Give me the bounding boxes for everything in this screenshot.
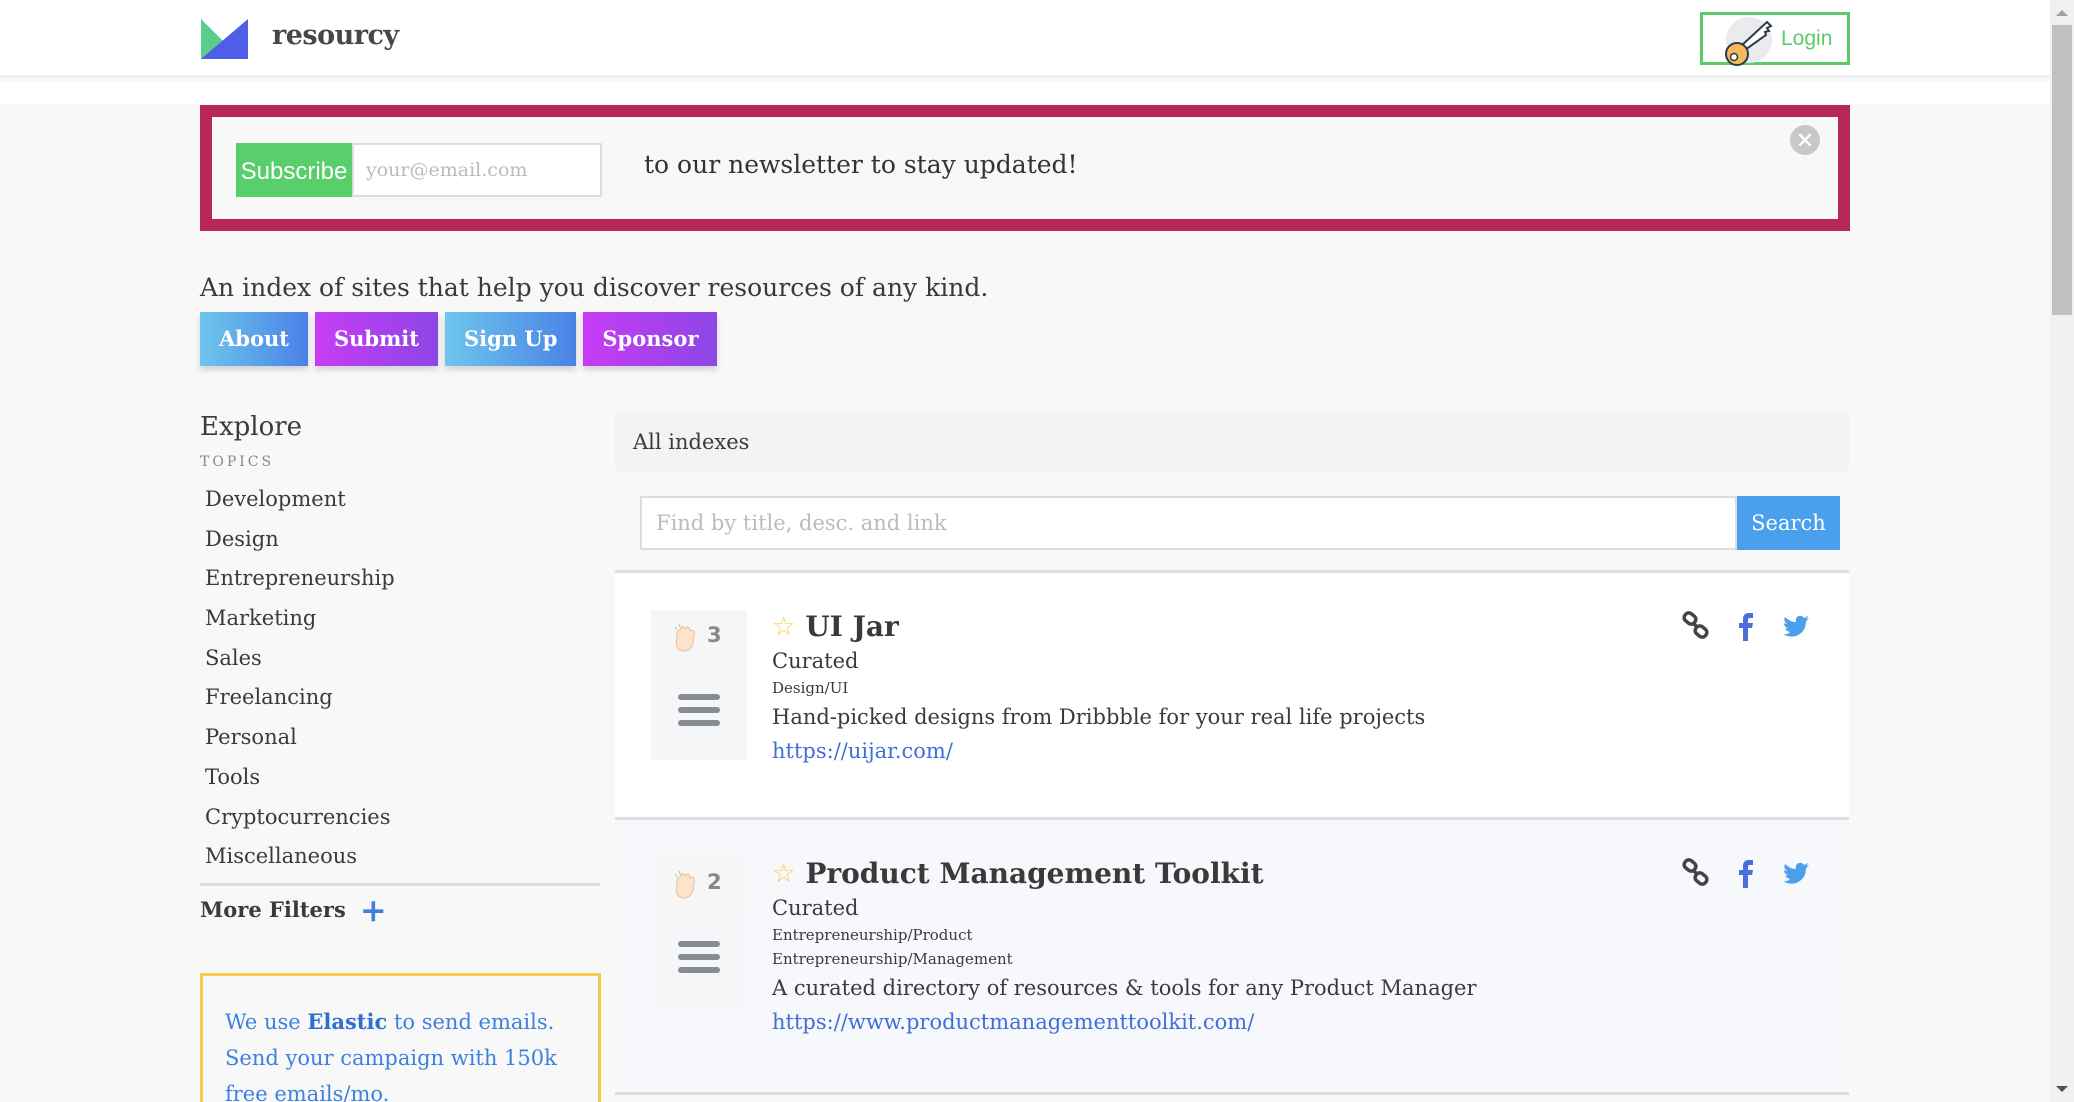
link-icon[interactable] [1681,611,1711,641]
topic-item[interactable]: Freelancing [200,678,600,718]
star-icon[interactable]: ☆ [772,612,795,642]
page-scrollbar[interactable] [2050,0,2074,1102]
main-panel: All indexes Search 3 ☆ UI Jar C [615,413,1849,1102]
newsletter-banner: Subscribe to our newsletter to stay upda… [200,105,1850,231]
sponsor-prefix: We use [225,1010,308,1034]
close-icon[interactable]: × [1790,125,1820,155]
topic-item[interactable]: Development [200,480,600,520]
share-icons [1681,611,1811,641]
card-description: Hand-picked designs from Dribbble for yo… [772,705,1426,729]
clap-icon [674,623,695,652]
explore-heading: Explore [200,412,303,442]
vote-count: 3 [707,623,722,647]
more-filters-label: More Filters [200,897,346,923]
card-url-link[interactable]: https://uijar.com/ [772,739,1425,763]
sponsor-brand-link[interactable]: Elastic [307,1009,387,1034]
card-title[interactable]: Product Management Toolkit [805,857,1263,890]
nav-buttons: About Submit Sign Up Sponsor [200,312,718,366]
topics-label: TOPICS [200,454,275,470]
sign-up-button[interactable]: Sign Up [444,312,577,366]
star-icon[interactable]: ☆ [772,859,795,889]
title-row: ☆ UI Jar [772,610,1425,643]
tagline: An index of sites that help you discover… [200,273,989,302]
topic-item[interactable]: Miscellaneous [200,837,600,877]
twitter-icon[interactable] [1781,611,1811,641]
topic-item[interactable]: Personal [200,718,600,758]
sidebar: Explore TOPICS Development Design Entrep… [200,412,601,1102]
topic-item[interactable]: Cryptocurrencies [200,798,600,838]
subscribe-button[interactable]: Subscribe [236,143,352,197]
facebook-icon[interactable] [1731,858,1761,888]
resourcy-logo-icon[interactable] [201,19,248,59]
card-category[interactable]: Entrepreneurship/Management [772,950,1477,968]
sidebar-divider [200,882,600,886]
login-label: Login [1781,27,1833,50]
plus-icon[interactable]: + [360,894,387,926]
vote-widget: 2 [651,857,747,1007]
topic-item[interactable]: Sales [200,639,600,679]
scrollbar-thumb[interactable] [2052,25,2072,315]
more-filters-toggle[interactable]: More Filters + [200,894,600,926]
scroll-up-arrow-icon[interactable] [2056,10,2068,16]
search-input[interactable] [640,496,1737,550]
login-button[interactable]: Login [1700,12,1850,66]
card-url-link[interactable]: https://www.productmanagementtoolkit.com… [772,1010,1477,1034]
share-icons [1681,858,1811,888]
key-icon [1725,17,1773,66]
newsletter-text: to our newsletter to stay updated! [644,150,1078,179]
twitter-icon[interactable] [1781,858,1811,888]
vote-count: 2 [707,870,722,894]
topic-item[interactable]: Marketing [200,599,600,639]
index-card: 3 ☆ UI Jar Curated Design/UI Hand-picked… [615,573,1849,820]
menu-icon [678,694,720,728]
topic-list: Development Design Entrepreneurship Mark… [200,480,600,877]
details-button[interactable] [651,911,747,1007]
clap-icon [674,870,695,899]
clap-button[interactable]: 3 [651,610,747,664]
submit-button[interactable]: Submit [314,312,438,366]
scroll-down-arrow-icon[interactable] [2056,1086,2068,1092]
card-type: Curated [772,649,859,673]
topic-item[interactable]: Entrepreneurship [200,559,600,599]
sponsor-box[interactable]: We use Elastic to send emails. Send your… [200,973,601,1102]
topic-item[interactable]: Design [200,520,600,560]
about-button[interactable]: About [200,312,308,366]
card-body: ☆ UI Jar Curated Design/UI Hand-picked d… [772,610,1425,763]
link-icon[interactable] [1681,858,1711,888]
index-card: 2 ☆ Product Management Toolkit Curated E… [615,820,1849,1095]
card-category[interactable]: Entrepreneurship/Product [772,926,1477,944]
card-body: ☆ Product Management Toolkit Curated Ent… [772,857,1477,1034]
sponsor-button[interactable]: Sponsor [583,312,718,366]
clap-button[interactable]: 2 [651,857,747,911]
card-title[interactable]: UI Jar [805,610,898,643]
title-row: ☆ Product Management Toolkit [772,857,1477,890]
menu-icon [678,941,720,975]
topic-item[interactable]: Tools [200,758,600,798]
card-category[interactable]: Design/UI [772,679,1425,697]
all-indexes-heading: All indexes [615,413,1849,471]
brand-name[interactable]: resourcy [272,20,399,51]
search-button[interactable]: Search [1737,496,1840,550]
header-spacer [0,81,2050,104]
details-button[interactable] [651,664,747,760]
card-type: Curated [772,896,859,920]
site-header: resourcy Login [0,0,2050,78]
search-bar: Search [615,471,1849,573]
facebook-icon[interactable] [1731,611,1761,641]
email-input[interactable] [352,143,602,197]
card-description: A curated directory of resources & tools… [772,976,1477,1000]
vote-widget: 3 [651,610,747,760]
